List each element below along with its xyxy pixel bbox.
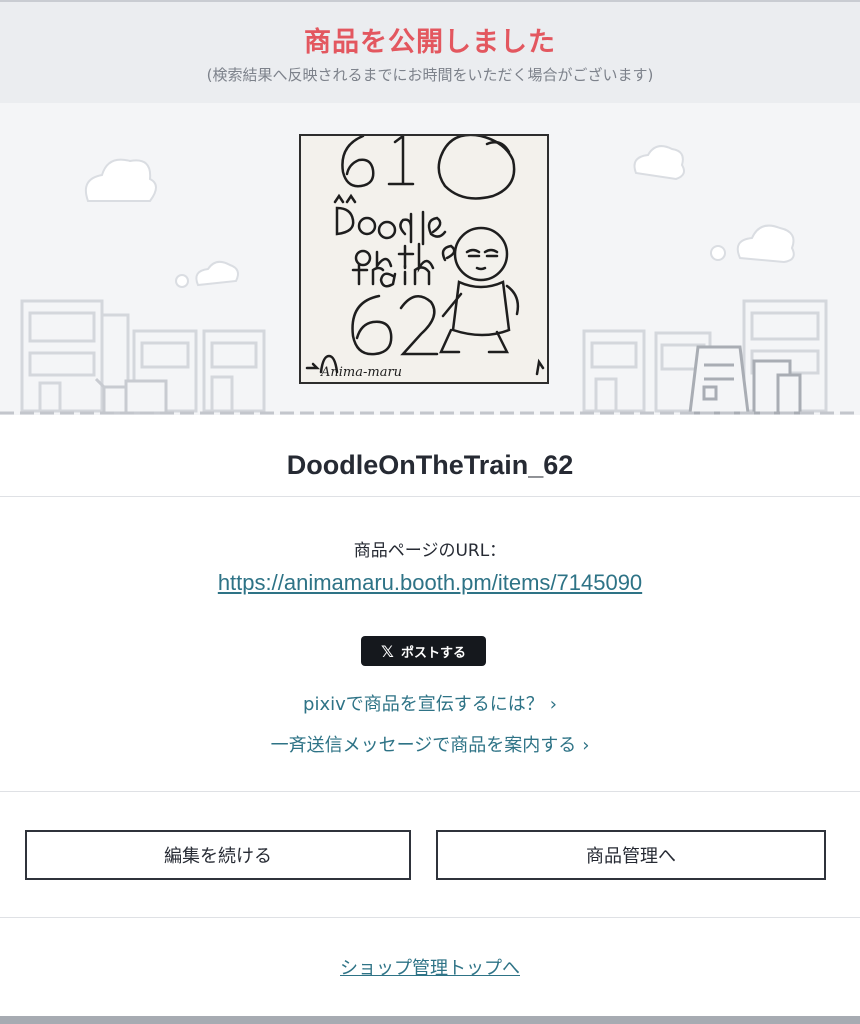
x-post-button[interactable]: 𝕏 ポストする [361, 636, 486, 666]
divider [0, 917, 860, 918]
product-url-link[interactable]: https://animamaru.booth.pm/items/7145090 [0, 570, 860, 596]
x-logo-icon: 𝕏 [381, 641, 394, 661]
chevron-right-icon: › [549, 694, 557, 715]
thumbnail-signature: Anima-maru [320, 365, 402, 380]
hero-illustration: Anima-maru [0, 103, 860, 415]
broadcast-message-label: 一斉送信メッセージで商品を案内する [270, 735, 577, 756]
url-label: 商品ページのURL： [353, 541, 507, 561]
divider [0, 496, 860, 497]
header-subtitle: (検索結果へ反映されるまでにお時間をいただく場合がございます) [206, 66, 654, 84]
doodle-artwork: Anima-maru [305, 136, 545, 380]
product-thumbnail: Anima-maru [299, 134, 549, 384]
pixiv-promo-label: pixivで商品を宣伝するには？ [303, 694, 544, 715]
publish-header: 商品を公開しました (検索結果へ反映されるまでにお時間をいただく場合がございます… [0, 0, 860, 103]
continue-edit-button[interactable]: 編集を続ける [25, 830, 411, 880]
broadcast-message-link[interactable]: 一斉送信メッセージで商品を案内する › [0, 731, 860, 757]
divider [0, 791, 860, 792]
pixiv-promo-link[interactable]: pixivで商品を宣伝するには？ › [0, 690, 860, 716]
chevron-right-icon: › [582, 735, 590, 756]
header-title: 商品を公開しました [304, 27, 556, 58]
manage-items-button[interactable]: 商品管理へ [436, 830, 826, 880]
bottom-strip [0, 1016, 860, 1024]
top-strip [0, 0, 860, 2]
shop-top-link[interactable]: ショップ管理トップへ [0, 954, 860, 980]
x-post-label: ポストする [400, 645, 466, 661]
product-name: DoodleOnTheTrain_62 [286, 450, 574, 480]
